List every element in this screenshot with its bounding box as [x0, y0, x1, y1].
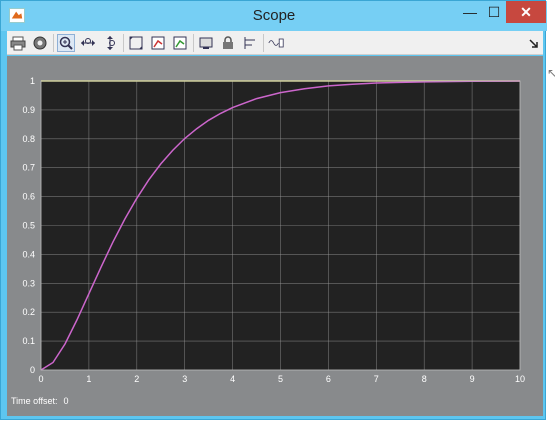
close-button[interactable]: ✕: [506, 1, 546, 23]
y-tick-label: 0: [30, 365, 35, 375]
x-tick-label: 10: [515, 374, 525, 384]
toolbar-separator: [193, 34, 194, 52]
x-tick-label: 3: [182, 374, 187, 384]
settings-icon[interactable]: [31, 34, 49, 52]
y-tick-label: 0.1: [22, 336, 35, 346]
time-offset-label: Time offset:: [11, 396, 58, 406]
y-tick-label: 0.2: [22, 307, 35, 317]
y-tick-label: 0.4: [22, 249, 35, 259]
time-offset-value: 0: [63, 396, 69, 406]
toolbar-dock-icon[interactable]: [525, 34, 543, 52]
zoom-x-icon[interactable]: [79, 34, 97, 52]
floating-scope-icon[interactable]: [197, 34, 215, 52]
mouse-cursor-icon: ↖: [547, 66, 555, 80]
maximize-button[interactable]: ☐: [483, 1, 505, 23]
y-tick-label: 0.5: [22, 221, 35, 231]
y-tick-label: 0.6: [22, 192, 35, 202]
x-tick-label: 1: [86, 374, 91, 384]
x-tick-label: 2: [134, 374, 139, 384]
y-tick-label: 0.3: [22, 278, 35, 288]
x-tick-label: 9: [470, 374, 475, 384]
zoom-in-icon[interactable]: [57, 34, 75, 52]
zoom-y-icon[interactable]: [101, 34, 119, 52]
toolbar-separator: [263, 34, 264, 52]
x-tick-label: 6: [326, 374, 331, 384]
signal-selection-icon[interactable]: [241, 34, 259, 52]
autoscale-icon[interactable]: [127, 34, 145, 52]
x-tick-label: 4: [230, 374, 235, 384]
y-tick-label: 1: [30, 76, 35, 86]
time-offset: Time offset: 0: [11, 396, 69, 406]
x-tick-label: 5: [278, 374, 283, 384]
scope-plot[interactable]: 0 1 2 3 4 5 6 7 8 9 1000.10.20.30.40.50.60.70.80.9…: [7, 56, 543, 416]
title-bar[interactable]: Scope — ☐ ✕: [1, 1, 547, 31]
toolbar-separator: [53, 34, 54, 52]
x-tick-label: 8: [422, 374, 427, 384]
scope-window: Scope — ☐ ✕ 0 1 2 3 4 5 6 7 8 9 10 0 0.1…: [0, 0, 547, 420]
y-tick-label: 0.8: [22, 134, 35, 144]
toolbar-separator: [123, 34, 124, 52]
minimize-button[interactable]: —: [457, 1, 483, 23]
save-axes-icon[interactable]: [149, 34, 167, 52]
lock-axes-icon[interactable]: [219, 34, 237, 52]
toolbar: [7, 31, 543, 55]
x-tick-label: 7: [374, 374, 379, 384]
y-tick-label: 0.9: [22, 105, 35, 115]
x-tick-label: 0: [38, 374, 43, 384]
restore-axes-icon[interactable]: [171, 34, 189, 52]
print-icon[interactable]: [9, 34, 27, 52]
y-tick-label: 0.7: [22, 163, 35, 173]
legend-icon[interactable]: [265, 34, 287, 52]
scope-display[interactable]: 0 1 2 3 4 5 6 7 8 9 10 0 0.1 0.2 0.3 0.4 0.5 0.6 0.7 0.8 0.9…: [7, 56, 543, 416]
